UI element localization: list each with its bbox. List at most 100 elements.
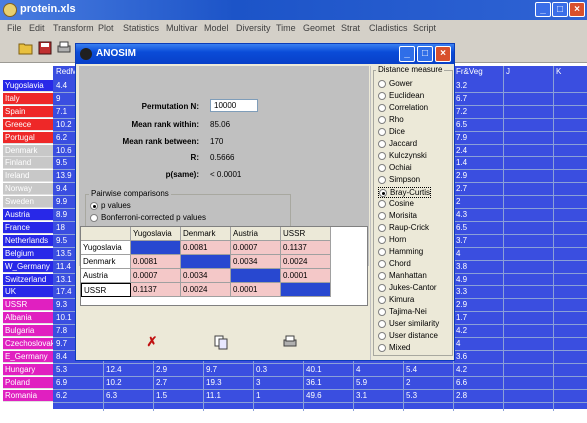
distance-option-rho[interactable]: Rho: [378, 115, 404, 126]
row-label[interactable]: E_Germany: [3, 350, 53, 363]
print-icon[interactable]: [55, 41, 73, 57]
row-label[interactable]: Romania: [3, 389, 53, 402]
distance-option-kimura[interactable]: Kimura: [378, 295, 414, 306]
table-cell[interactable]: 4.3: [454, 209, 502, 221]
table-cell[interactable]: 3.3: [454, 286, 502, 298]
row-label[interactable]: Netherlands: [3, 234, 53, 247]
row-label[interactable]: Finland: [3, 157, 53, 170]
table-cell[interactable]: 3.6: [454, 351, 502, 363]
distance-option-dice[interactable]: Dice: [378, 127, 405, 138]
row-label[interactable]: W_Germany: [3, 260, 53, 273]
table-cell[interactable]: 6.7: [454, 93, 502, 105]
radio-icon[interactable]: [378, 164, 386, 172]
save-icon[interactable]: [36, 41, 54, 57]
matrix-cell[interactable]: 0.0081: [131, 255, 181, 269]
radio-icon[interactable]: [378, 152, 386, 160]
distance-option-tajima-nei[interactable]: Tajima-Nei: [378, 307, 427, 318]
radio-icon[interactable]: [378, 92, 386, 100]
radio-icon[interactable]: [378, 104, 386, 112]
radio-icon[interactable]: [378, 176, 386, 184]
row-label[interactable]: Hungary: [3, 363, 53, 376]
row-label[interactable]: Italy: [3, 92, 53, 105]
menu-script[interactable]: Script: [413, 23, 436, 33]
matrix-cell[interactable]: 0.0034: [231, 255, 281, 269]
distance-option-manhattan[interactable]: Manhattan: [378, 271, 427, 282]
row-label[interactable]: Denmark: [3, 144, 53, 157]
table-cell[interactable]: 6.5: [454, 222, 502, 234]
table-cell[interactable]: 3: [254, 377, 302, 389]
table-cell[interactable]: 4: [454, 338, 502, 350]
table-cell[interactable]: 40.1: [304, 364, 352, 376]
row-label[interactable]: Greece: [3, 118, 53, 131]
distance-option-ochiai[interactable]: Ochiai: [378, 163, 412, 174]
dialog-close-button[interactable]: ×: [435, 46, 451, 62]
dialog-maximize-button[interactable]: □: [417, 46, 433, 62]
menu-transform[interactable]: Transform: [53, 23, 94, 33]
menu-strat[interactable]: Strat: [341, 23, 360, 33]
menu-statistics[interactable]: Statistics: [123, 23, 159, 33]
column-header-1[interactable]: Fr&Veg: [454, 66, 502, 78]
radio-icon[interactable]: [378, 248, 386, 256]
column-header-2[interactable]: J: [504, 66, 552, 78]
row-label[interactable]: Switzerland: [3, 273, 53, 286]
pairwise-matrix[interactable]: Yugoslavia Denmark Austria USSR Yugoslavia 0.…: [80, 226, 368, 306]
radio-icon[interactable]: [378, 260, 386, 268]
table-cell[interactable]: 3.7: [454, 235, 502, 247]
matrix-cell[interactable]: [231, 269, 281, 283]
radio-icon[interactable]: [378, 332, 386, 340]
radio-icon[interactable]: [379, 189, 387, 197]
radio-icon[interactable]: [378, 308, 386, 316]
row-label[interactable]: Austria: [3, 209, 53, 221]
menu-cladistics[interactable]: Cladistics: [369, 23, 408, 33]
radio-icon[interactable]: [378, 344, 386, 352]
table-cell[interactable]: 6.2: [54, 390, 102, 402]
matrix-cell[interactable]: 0.0007: [131, 269, 181, 283]
table-cell[interactable]: 6.5: [454, 119, 502, 131]
distance-option-jaccard[interactable]: Jaccard: [378, 139, 417, 150]
matrix-cell[interactable]: 0.0001: [281, 269, 331, 283]
permutation-input[interactable]: 10000: [210, 99, 258, 112]
minimize-button[interactable]: _: [535, 2, 551, 17]
table-cell[interactable]: 0.3: [254, 364, 302, 376]
distance-option-morisita[interactable]: Morisita: [378, 211, 417, 222]
menu-multivar[interactable]: Multivar: [166, 23, 198, 33]
row-label[interactable]: USSR: [3, 299, 53, 312]
distance-option-gower[interactable]: Gower: [378, 79, 413, 90]
table-cell[interactable]: 2.9: [454, 170, 502, 182]
table-cell[interactable]: 2.8: [454, 390, 502, 402]
distance-option-cosine[interactable]: Cosine: [378, 199, 414, 210]
menu-model[interactable]: Model: [204, 23, 229, 33]
table-cell[interactable]: 5.3: [404, 390, 452, 402]
table-cell[interactable]: 3.1: [354, 390, 402, 402]
row-label[interactable]: UK: [3, 286, 53, 299]
radio-icon[interactable]: [90, 214, 98, 222]
table-cell[interactable]: 6.3: [104, 390, 152, 402]
table-cell[interactable]: 36.1: [304, 377, 352, 389]
pairwise-option-bonferroni-corrected-p-values[interactable]: Bonferroni-corrected p values: [90, 213, 206, 224]
table-cell[interactable]: 7.9: [454, 132, 502, 144]
radio-icon[interactable]: [378, 116, 386, 124]
print-icon[interactable]: [281, 334, 299, 350]
matrix-cell[interactable]: [281, 283, 331, 297]
row-label[interactable]: Spain: [3, 105, 53, 118]
radio-icon[interactable]: [378, 128, 386, 136]
column-header-3[interactable]: K: [554, 66, 587, 78]
table-cell[interactable]: 4: [454, 248, 502, 260]
matrix-cell[interactable]: 0.0024: [281, 255, 331, 269]
distance-option-mixed[interactable]: Mixed: [378, 343, 410, 354]
matrix-cell[interactable]: 0.0081: [181, 241, 231, 255]
radio-icon[interactable]: [90, 202, 98, 210]
radio-icon[interactable]: [378, 296, 386, 304]
menu-file[interactable]: File: [7, 23, 22, 33]
table-cell[interactable]: 9.7: [204, 364, 252, 376]
distance-option-correlation[interactable]: Correlation: [378, 103, 428, 114]
menu-plot[interactable]: Plot: [98, 23, 114, 33]
matrix-cell[interactable]: 0.1137: [281, 241, 331, 255]
distance-option-chord[interactable]: Chord: [378, 259, 411, 270]
table-cell[interactable]: 12.4: [104, 364, 152, 376]
radio-icon[interactable]: [378, 284, 386, 292]
table-cell[interactable]: 6.6: [454, 377, 502, 389]
table-cell[interactable]: 2.9: [154, 364, 202, 376]
distance-option-euclidean[interactable]: Euclidean: [378, 91, 424, 102]
table-cell[interactable]: 2.9: [454, 299, 502, 311]
